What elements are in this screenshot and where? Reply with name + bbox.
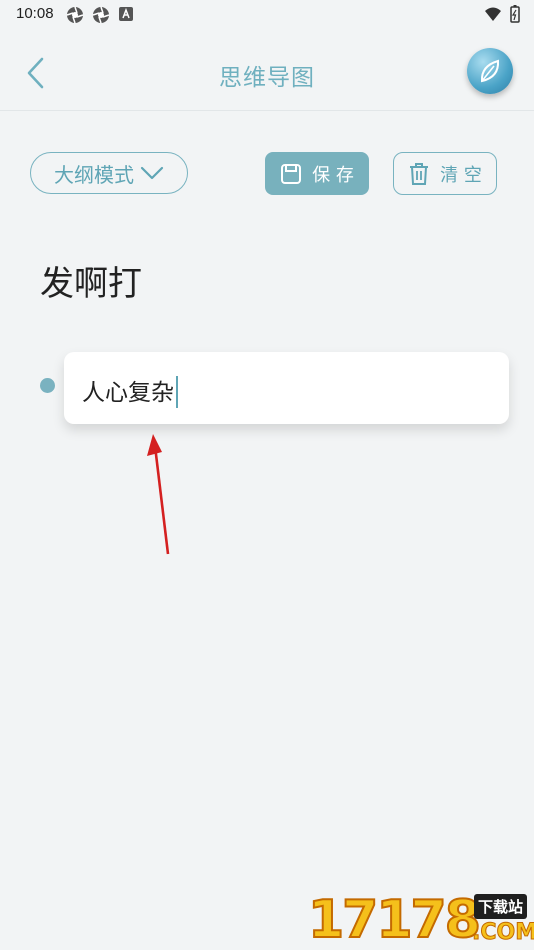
outline-mode-dropdown[interactable]: 大纲模式 <box>30 152 188 194</box>
watermark-label: 下载站 <box>474 894 528 919</box>
watermark-digits: 17178 <box>307 890 482 950</box>
status-bar: 10:08 <box>0 0 534 30</box>
save-label: 保 存 <box>312 164 354 186</box>
battery-icon <box>510 5 520 23</box>
outline-mode-label: 大纲模式 <box>54 162 134 187</box>
trash-icon <box>410 162 429 185</box>
status-time: 10:08 <box>16 5 54 22</box>
leaf-icon <box>480 59 500 83</box>
app-bar: 思维导图 <box>0 30 534 111</box>
app-a-icon <box>119 7 133 21</box>
annotation-arrow <box>147 434 170 555</box>
node-bullet <box>40 378 55 393</box>
node-text[interactable]: 人心复杂 <box>82 373 178 410</box>
mindmap-title[interactable]: 发啊打 <box>40 256 142 305</box>
chevron-down-icon <box>140 166 164 180</box>
clear-button[interactable]: 清 空 <box>393 152 497 195</box>
watermark-suffix: .COM <box>471 920 534 946</box>
page-title: 思维导图 <box>219 65 315 91</box>
save-button[interactable]: 保 存 <box>265 152 369 195</box>
aperture-icon <box>66 6 84 24</box>
clear-label: 清 空 <box>440 164 482 186</box>
avatar[interactable] <box>467 48 513 94</box>
status-notification-icons <box>66 6 134 24</box>
node-input[interactable]: 人心复杂 <box>64 352 509 424</box>
aperture-icon <box>92 6 110 24</box>
save-icon <box>281 163 302 184</box>
text-caret <box>176 375 178 408</box>
wifi-icon <box>485 7 501 21</box>
status-system-icons <box>484 5 520 23</box>
watermark-logo: 17178 下载站 .COM <box>307 890 534 950</box>
